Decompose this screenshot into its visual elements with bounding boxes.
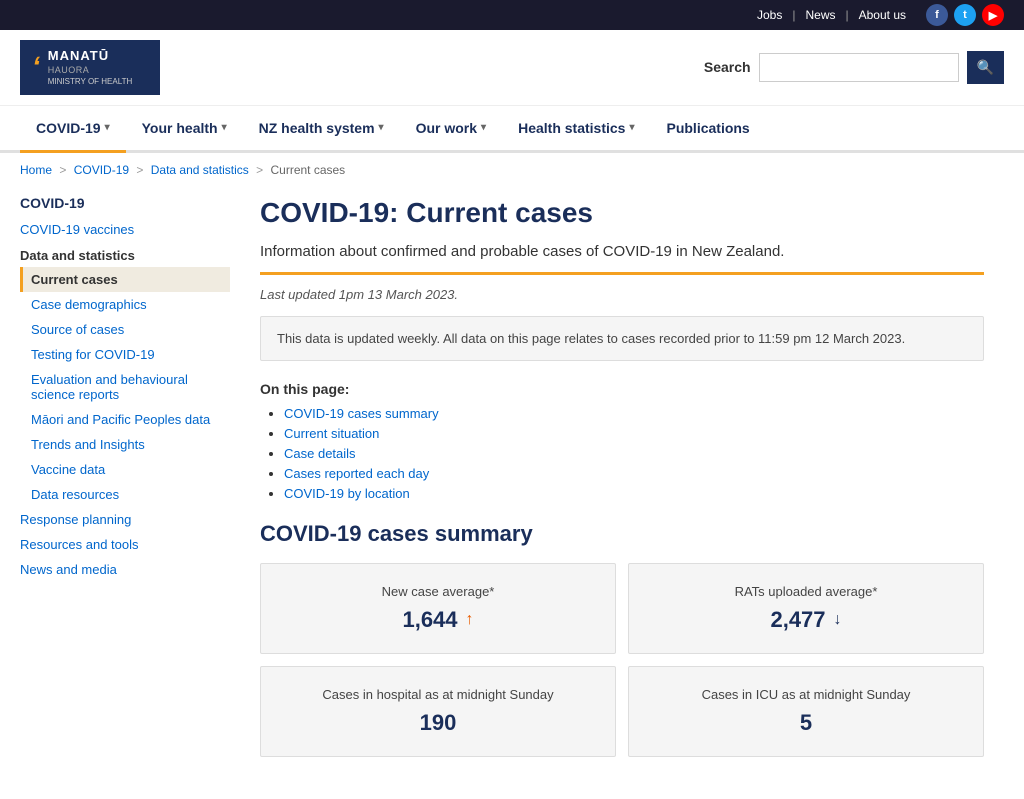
sidebar-item-vaccine-data[interactable]: Vaccine data <box>20 457 230 482</box>
nav-item-nz-health-system[interactable]: NZ health system ▾ <box>243 106 400 153</box>
search-label: Search <box>704 59 751 75</box>
logo-text: MANATŪ HAUORA MINISTRY OF HEALTH <box>48 48 132 87</box>
stat-label: New case average* <box>277 584 599 599</box>
sidebar-item-mori-and-pacific-peoples-data[interactable]: Māori and Pacific Peoples data <box>20 407 230 432</box>
on-page-link[interactable]: COVID-19 cases summary <box>284 406 439 421</box>
breadcrumb-separator: > <box>133 163 147 177</box>
main-layout: COVID-19 COVID-19 vaccines Data and stat… <box>0 187 1024 781</box>
sidebar-item-covid-19-vaccines[interactable]: COVID-19 vaccines <box>20 217 230 242</box>
stat-value: 1,644↑ <box>277 607 599 633</box>
page-title: COVID-19: Current cases <box>260 197 984 229</box>
top-bar: Jobs | News | About us f t ▶ <box>0 0 1024 30</box>
logo-area: ʻ MANATŪ HAUORA MINISTRY OF HEALTH <box>20 40 160 95</box>
stat-card: New case average* 1,644↑ <box>260 563 616 654</box>
on-page-link[interactable]: Current situation <box>284 426 379 441</box>
stat-label: RATs uploaded average* <box>645 584 967 599</box>
stat-value: 5 <box>645 710 967 736</box>
on-page-link[interactable]: Case details <box>284 446 356 461</box>
facebook-icon[interactable]: f <box>926 4 948 26</box>
orange-divider <box>260 272 984 275</box>
sidebar-item-data-resources[interactable]: Data resources <box>20 482 230 507</box>
sidebar-item-news-and-media[interactable]: News and media <box>20 557 230 582</box>
jobs-link[interactable]: Jobs <box>757 8 782 22</box>
arrow-down-icon: ↓ <box>834 611 842 629</box>
social-icons: f t ▶ <box>926 4 1004 26</box>
list-item: COVID-19 by location <box>284 485 984 501</box>
sidebar-item-current-cases[interactable]: Current cases <box>20 267 230 292</box>
chevron-down-icon: ▾ <box>379 122 384 133</box>
main-nav: COVID-19 ▾Your health ▾NZ health system … <box>0 106 1024 153</box>
stat-value: 190 <box>277 710 599 736</box>
sidebar-item-response-planning[interactable]: Response planning <box>20 507 230 532</box>
list-item: Case details <box>284 445 984 461</box>
arrow-up-icon: ↑ <box>466 611 474 629</box>
content: COVID-19: Current cases Information abou… <box>240 187 1004 781</box>
list-item: Cases reported each day <box>284 465 984 481</box>
sidebar: COVID-19 COVID-19 vaccines Data and stat… <box>20 187 240 781</box>
search-input[interactable] <box>759 53 959 82</box>
search-button[interactable]: 🔍 <box>967 51 1004 84</box>
last-updated: Last updated 1pm 13 March 2023. <box>260 287 984 302</box>
on-page-list: COVID-19 cases summary Current situation C… <box>260 405 984 501</box>
stat-value: 2,477↓ <box>645 607 967 633</box>
stat-card: Cases in ICU as at midnight Sunday 5 <box>628 666 984 757</box>
nav-item-our-work[interactable]: Our work ▾ <box>400 106 503 153</box>
nav-item-your-health[interactable]: Your health ▾ <box>126 106 243 153</box>
nav-item-health-statistics[interactable]: Health statistics ▾ <box>502 106 650 153</box>
stat-label: Cases in ICU as at midnight Sunday <box>645 687 967 702</box>
chevron-down-icon: ▾ <box>222 122 227 133</box>
nav-item-covid-19[interactable]: COVID-19 ▾ <box>20 106 126 153</box>
news-link[interactable]: News <box>805 8 835 22</box>
stat-card: Cases in hospital as at midnight Sunday 1… <box>260 666 616 757</box>
sidebar-item-testing-for-covid-19[interactable]: Testing for COVID-19 <box>20 342 230 367</box>
chevron-down-icon: ▾ <box>105 122 110 133</box>
nav-item-publications[interactable]: Publications <box>650 106 765 153</box>
breadcrumb-current: Current cases <box>270 163 345 177</box>
chevron-down-icon: ▾ <box>481 122 486 133</box>
breadcrumb-separator: > <box>56 163 70 177</box>
header: ʻ MANATŪ HAUORA MINISTRY OF HEALTH Searc… <box>0 30 1024 106</box>
about-link[interactable]: About us <box>859 8 906 22</box>
sidebar-item-case-demographics[interactable]: Case demographics <box>20 292 230 317</box>
breadcrumb-link[interactable]: COVID-19 <box>74 163 129 177</box>
logo[interactable]: ʻ MANATŪ HAUORA MINISTRY OF HEALTH <box>20 40 160 95</box>
breadcrumb-link[interactable]: Home <box>20 163 52 177</box>
stat-label: Cases in hospital as at midnight Sunday <box>277 687 599 702</box>
list-item: Current situation <box>284 425 984 441</box>
logo-symbol: ʻ <box>32 51 40 83</box>
youtube-icon[interactable]: ▶ <box>982 4 1004 26</box>
info-box: This data is updated weekly. All data on… <box>260 316 984 361</box>
stat-card: RATs uploaded average* 2,477↓ <box>628 563 984 654</box>
sidebar-item-source-of-cases[interactable]: Source of cases <box>20 317 230 342</box>
sidebar-section-title: COVID-19 <box>20 187 230 217</box>
page-subtitle: Information about confirmed and probable… <box>260 243 984 260</box>
on-page-link[interactable]: Cases reported each day <box>284 466 429 481</box>
sidebar-item-trends-and-insights[interactable]: Trends and Insights <box>20 432 230 457</box>
on-page-label: On this page: <box>260 381 984 397</box>
chevron-down-icon: ▾ <box>629 122 634 133</box>
on-page-link[interactable]: COVID-19 by location <box>284 486 410 501</box>
breadcrumb: Home > COVID-19 > Data and statistics > … <box>0 153 1024 187</box>
breadcrumb-link[interactable]: Data and statistics <box>151 163 249 177</box>
stats-grid: New case average* 1,644↑ RATs uploaded ave… <box>260 563 984 757</box>
sidebar-item-resources-and-tools[interactable]: Resources and tools <box>20 532 230 557</box>
sidebar-item-evaluation-and-behavioural-science-reports[interactable]: Evaluation and behavioural science repor… <box>20 367 230 407</box>
search-area: Search 🔍 <box>704 51 1004 84</box>
list-item: COVID-19 cases summary <box>284 405 984 421</box>
breadcrumb-separator: > <box>253 163 267 177</box>
sidebar-group-title: Data and statistics <box>20 242 230 267</box>
summary-title: COVID-19 cases summary <box>260 521 984 547</box>
twitter-icon[interactable]: t <box>954 4 976 26</box>
